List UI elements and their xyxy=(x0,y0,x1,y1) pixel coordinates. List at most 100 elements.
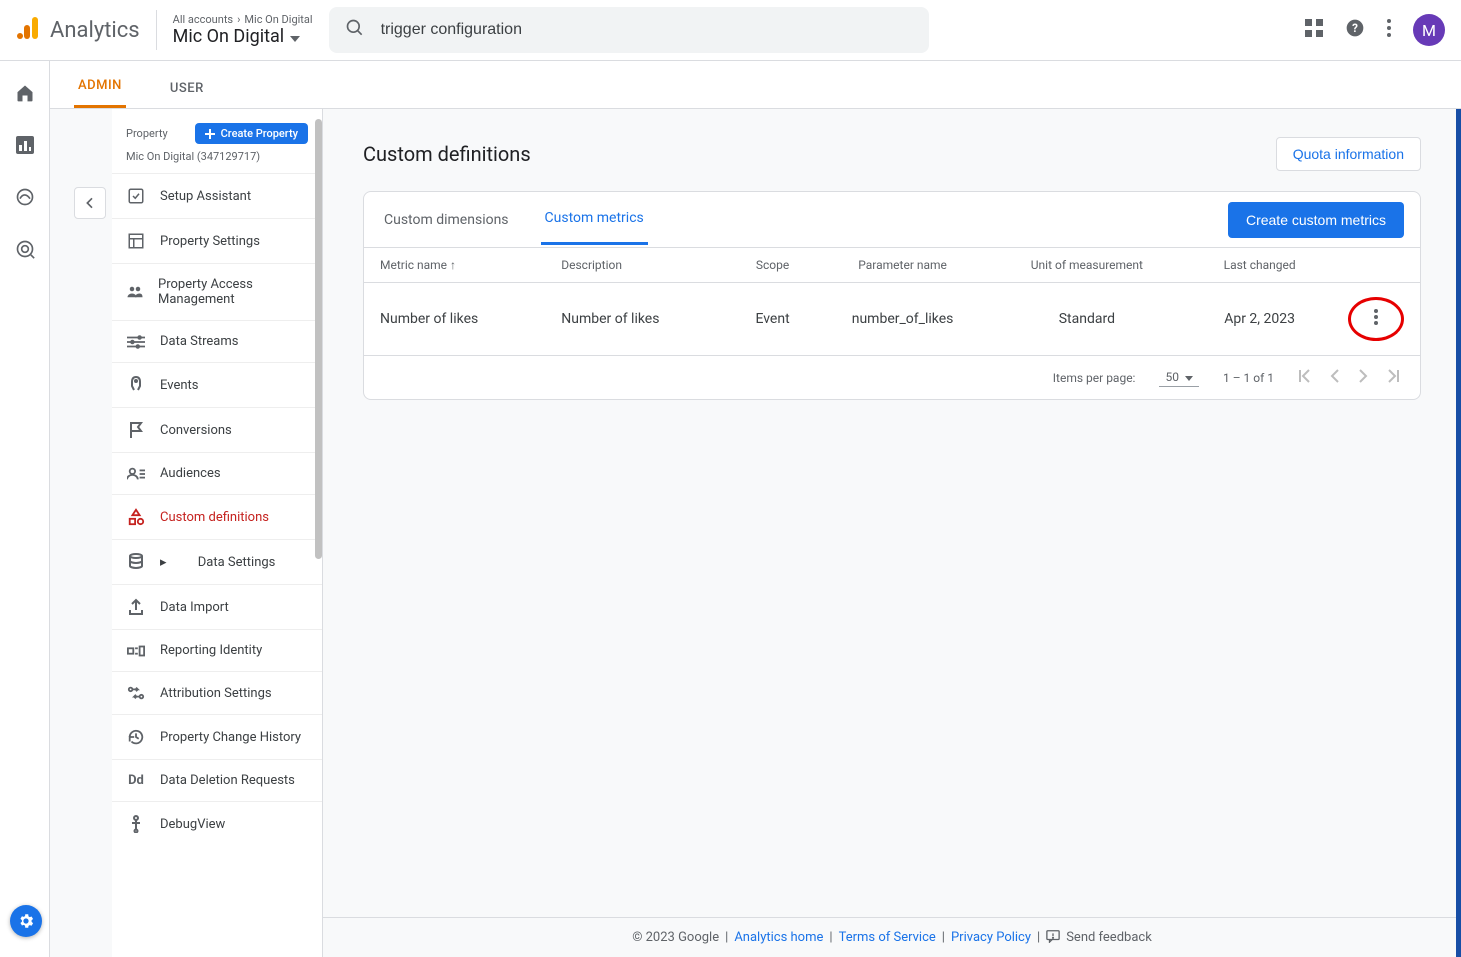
custom-def-icon xyxy=(126,508,146,526)
page-size-select[interactable]: 50 xyxy=(1159,368,1199,387)
quota-info-button[interactable]: Quota information xyxy=(1276,137,1421,171)
sidebar-item-label: Property Change History xyxy=(160,730,301,745)
create-custom-metrics-button[interactable]: Create custom metrics xyxy=(1228,202,1404,238)
leftnav xyxy=(0,61,50,957)
next-page-button[interactable] xyxy=(1358,369,1368,386)
copyright: © 2023 Google xyxy=(632,930,719,945)
scrollbar[interactable] xyxy=(315,119,322,559)
avatar[interactable]: M xyxy=(1413,14,1445,46)
cell-param: number_of_likes xyxy=(819,283,987,356)
footer-tos[interactable]: Terms of Service xyxy=(839,930,936,945)
account-picker[interactable]: All accounts › Mic On Digital Mic On Dig… xyxy=(173,13,313,47)
definitions-card: Custom dimensions Custom metrics Create … xyxy=(363,191,1421,400)
search-icon xyxy=(345,18,365,42)
page-size-value: 50 xyxy=(1165,370,1179,384)
sidebar-item-data-import[interactable]: Data Import xyxy=(112,584,322,629)
sidebar-item-label: Conversions xyxy=(160,423,232,438)
col-last-changed[interactable]: Last changed xyxy=(1187,248,1332,283)
divider xyxy=(156,10,157,50)
streams-icon xyxy=(126,335,146,349)
sidebar-item-debugview[interactable]: DebugView xyxy=(112,801,322,846)
svg-text:?: ? xyxy=(1352,21,1358,35)
sidebar-item-label: Attribution Settings xyxy=(160,686,272,701)
sidebar-item-label: Reporting Identity xyxy=(160,643,262,658)
sidebar-item-property-settings[interactable]: Property Settings xyxy=(112,218,322,263)
sidebar-item-property-access[interactable]: Property Access Management xyxy=(112,263,322,320)
sidebar-item-label: Setup Assistant xyxy=(160,189,251,204)
chevron-right-icon: › xyxy=(237,13,240,26)
cell-metric: Number of likes xyxy=(364,283,545,356)
feedback-icon xyxy=(1046,929,1060,947)
sidebar-item-label: DebugView xyxy=(160,817,225,832)
sidebar-item-label: Custom definitions xyxy=(160,510,269,525)
chevron-down-icon xyxy=(290,26,300,47)
sidebar-item-data-settings[interactable]: ▸ Data Settings xyxy=(112,539,322,584)
sidebar-item-data-deletion[interactable]: DdData Deletion Requests xyxy=(112,759,322,801)
search-box[interactable] xyxy=(329,7,929,53)
logo-block: Analytics xyxy=(16,15,140,45)
people-icon xyxy=(126,285,144,299)
attribution-icon xyxy=(126,685,146,701)
sidebar-item-audiences[interactable]: Audiences xyxy=(112,452,322,494)
table-row: Number of likes Number of likes Event nu… xyxy=(364,283,1420,356)
product-name: Analytics xyxy=(50,18,140,43)
apps-icon[interactable] xyxy=(1305,19,1323,41)
footer-feedback[interactable]: Send feedback xyxy=(1066,930,1152,945)
debug-icon xyxy=(126,815,146,833)
breadcrumb: All accounts › Mic On Digital xyxy=(173,13,313,26)
page-range: 1 – 1 of 1 xyxy=(1223,371,1274,385)
search-input[interactable] xyxy=(381,21,913,39)
cell-changed: Apr 2, 2023 xyxy=(1187,283,1332,356)
home-icon[interactable] xyxy=(13,81,37,105)
col-parameter[interactable]: Parameter name xyxy=(819,248,987,283)
property-id: Mic On Digital (347129717) xyxy=(112,150,322,173)
sidebar-item-label: Data Settings xyxy=(198,555,276,570)
sidebar-item-label: Audiences xyxy=(160,466,221,481)
tab-admin[interactable]: ADMIN xyxy=(74,64,126,108)
dd-icon: Dd xyxy=(126,773,146,788)
help-icon[interactable]: ? xyxy=(1345,18,1365,42)
more-vert-icon[interactable] xyxy=(1387,19,1391,41)
col-unit[interactable]: Unit of measurement xyxy=(987,248,1188,283)
property-section-label: Property xyxy=(126,127,168,140)
tab-user[interactable]: USER xyxy=(166,67,208,108)
sidebar-item-custom-definitions[interactable]: Custom definitions xyxy=(112,494,322,539)
sidebar-item-label: Property Access Management xyxy=(158,277,308,307)
sidebar-item-data-streams[interactable]: Data Streams xyxy=(112,320,322,362)
first-page-button[interactable] xyxy=(1298,369,1312,386)
explore-icon[interactable] xyxy=(13,185,37,209)
more-vert-icon[interactable] xyxy=(1374,309,1378,329)
col-scope[interactable]: Scope xyxy=(726,248,818,283)
prev-page-button[interactable] xyxy=(1330,369,1340,386)
collapse-sidebar-button[interactable] xyxy=(74,187,106,219)
check-square-icon xyxy=(126,187,146,205)
col-description[interactable]: Description xyxy=(545,248,726,283)
sidebar-item-change-history[interactable]: Property Change History xyxy=(112,714,322,759)
property-name: Mic On Digital xyxy=(173,26,285,47)
upload-icon xyxy=(126,598,146,616)
flag-icon xyxy=(126,421,146,439)
last-page-button[interactable] xyxy=(1386,369,1400,386)
col-metric-name[interactable]: Metric name ↑ xyxy=(364,248,545,283)
reports-icon[interactable] xyxy=(13,133,37,157)
tab-custom-metrics[interactable]: Custom metrics xyxy=(541,194,648,245)
sidebar-item-conversions[interactable]: Conversions xyxy=(112,407,322,452)
metrics-table: Metric name ↑ Description Scope Paramete… xyxy=(364,248,1420,356)
create-property-button[interactable]: Create Property xyxy=(195,123,308,144)
topbar: Analytics All accounts › Mic On Digital … xyxy=(0,0,1461,61)
sidebar-item-label: Data Streams xyxy=(160,334,238,349)
sidebar-item-events[interactable]: Events xyxy=(112,362,322,407)
analytics-logo-icon xyxy=(16,15,42,45)
cell-unit: Standard xyxy=(987,283,1188,356)
chevron-down-icon xyxy=(1185,370,1193,384)
sidebar-item-attribution[interactable]: Attribution Settings xyxy=(112,671,322,714)
footer-privacy[interactable]: Privacy Policy xyxy=(951,930,1031,945)
page-title: Custom definitions xyxy=(363,142,531,166)
tab-custom-dimensions[interactable]: Custom dimensions xyxy=(380,196,513,244)
advertising-icon[interactable] xyxy=(13,237,37,261)
settings-gear-button[interactable] xyxy=(10,905,42,937)
footer-analytics-home[interactable]: Analytics home xyxy=(734,930,823,945)
sidebar-item-setup-assistant[interactable]: Setup Assistant xyxy=(112,173,322,218)
paginator: Items per page: 50 1 – 1 of 1 xyxy=(364,356,1420,399)
sidebar-item-reporting-identity[interactable]: Reporting Identity xyxy=(112,629,322,671)
